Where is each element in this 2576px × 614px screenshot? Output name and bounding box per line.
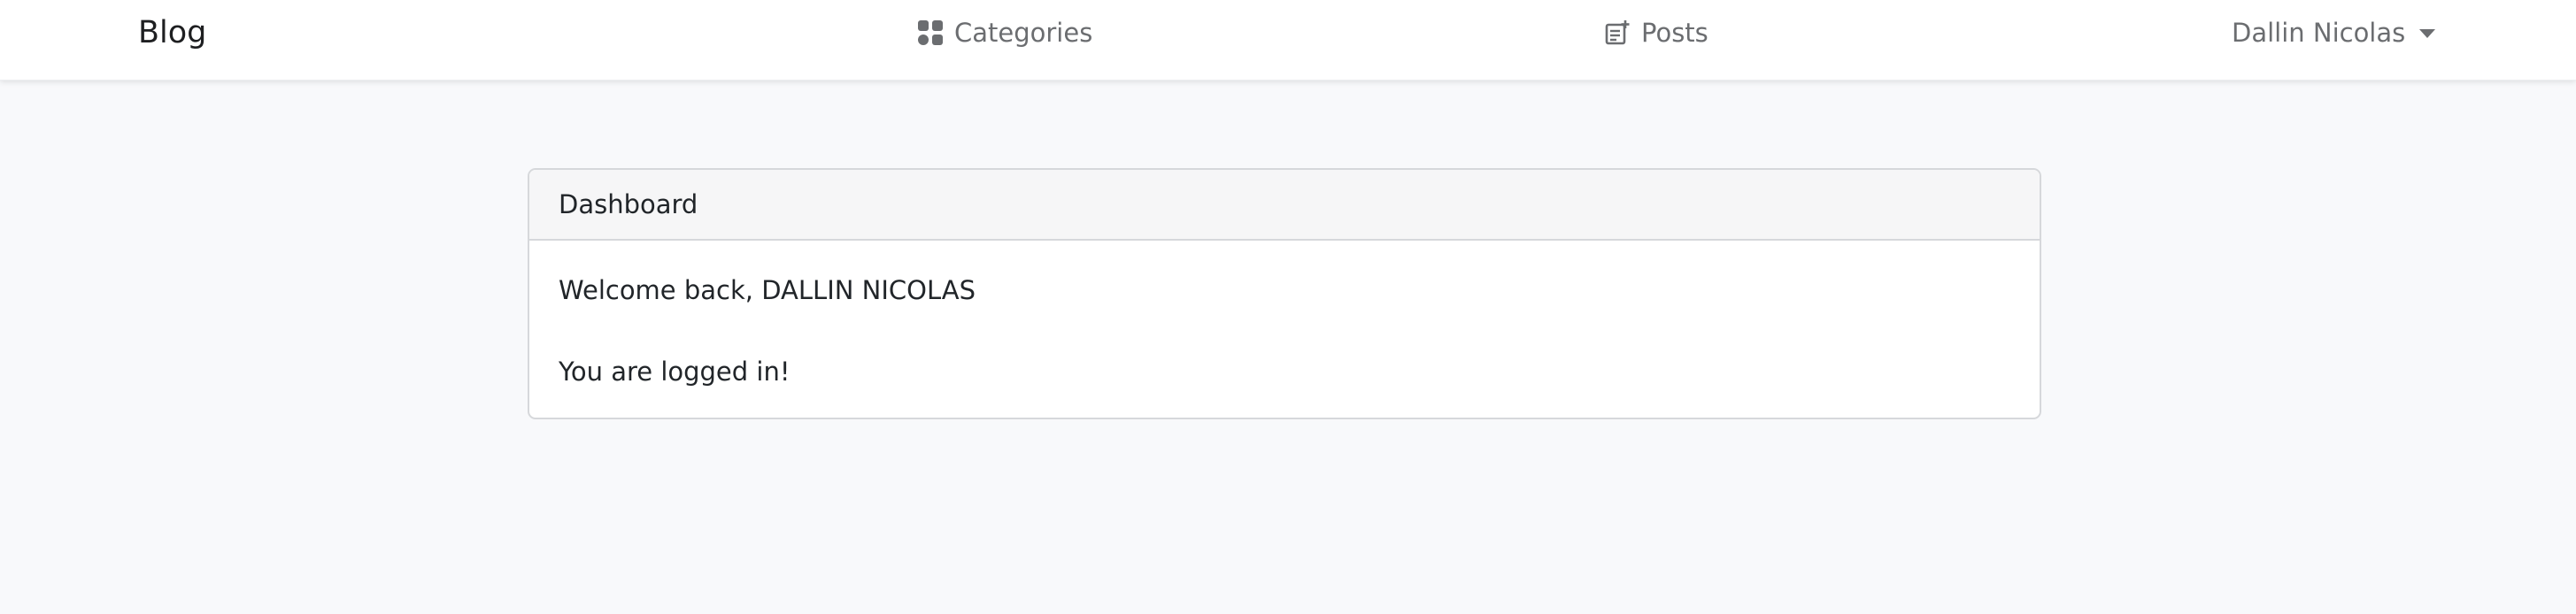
- user-name-label: Dallin Nicolas: [2232, 18, 2406, 48]
- brand-link[interactable]: Blog: [138, 12, 206, 53]
- login-status-message: You are logged in!: [559, 357, 791, 387]
- welcome-message: Welcome back, DALLIN NICOLAS: [559, 275, 976, 305]
- card-header: Dashboard: [529, 170, 2040, 241]
- caret-down-icon: [2419, 29, 2436, 38]
- user-menu-dropdown[interactable]: Dallin Nicolas: [2232, 16, 2436, 50]
- nav-categories-label: Categories: [954, 18, 1093, 48]
- card-title: Dashboard: [559, 189, 698, 219]
- nav-posts-label: Posts: [1641, 18, 1708, 48]
- top-navbar: Blog Categories Posts Dallin Nicolas: [0, 0, 2576, 81]
- categories-grid-icon: [917, 19, 944, 46]
- nav-posts-link[interactable]: Posts: [1604, 16, 1708, 50]
- nav-categories-link[interactable]: Categories: [917, 16, 1092, 50]
- dashboard-card: Dashboard Welcome back, DALLIN NICOLAS Y…: [528, 168, 2041, 419]
- post-add-icon: [1604, 19, 1631, 46]
